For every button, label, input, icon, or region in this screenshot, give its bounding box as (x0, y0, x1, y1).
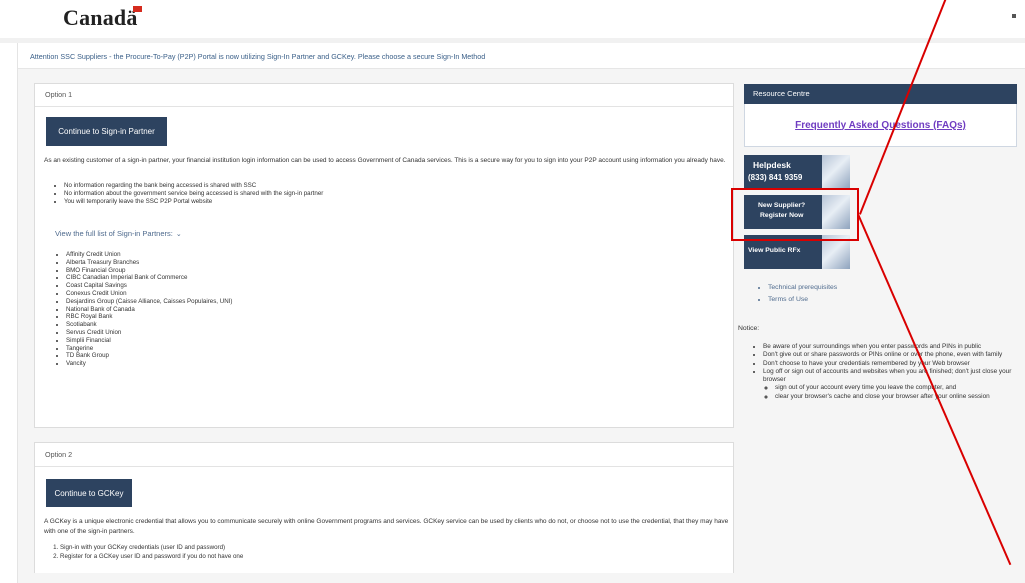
option2-title: Option 2 (35, 443, 733, 467)
signin-partners-list: Affinity Credit Union Alberta Treasury B… (54, 251, 566, 368)
list-item: Coast Capital Savings (66, 282, 566, 290)
list-item: Alberta Treasury Branches (66, 259, 566, 267)
rfx-label: View Public RFx (748, 247, 801, 254)
list-item: Don't give out or share passwords or PIN… (763, 351, 1025, 359)
list-item: Scotiabank (66, 321, 566, 329)
list-item: National Bank of Canada (66, 306, 566, 314)
helpdesk-phone: (833) 841 9359 (748, 173, 803, 182)
resource-centre-body: Frequently Asked Questions (FAQs) (744, 104, 1017, 147)
list-item: Don't choose to have your credentials re… (763, 360, 1025, 368)
view-link-label: View the full list of Sign-in Partners: (55, 229, 173, 238)
helpdesk-title: Helpdesk (753, 160, 791, 170)
list-item: Affinity Credit Union (66, 251, 566, 259)
list-item: Register for a GCKey user ID and passwor… (60, 553, 660, 562)
list-item: Servus Credit Union (66, 329, 566, 337)
notice-sublist: sign out of your account every time you … (763, 384, 1025, 401)
list-item: Desjardins Group (Caisse Alliance, Caiss… (66, 298, 566, 306)
logo-text: Canadä (63, 5, 138, 30)
list-item: clear your browser's cache and close you… (775, 393, 1025, 401)
flag-icon (132, 6, 142, 12)
list-item: No information about the government serv… (64, 190, 724, 198)
list-item: CIBC Canadian Imperial Bank of Commerce (66, 274, 566, 282)
list-item: Conexus Credit Union (66, 290, 566, 298)
option2-description: A GCKey is a unique electronic credentia… (44, 518, 729, 535)
list-item: Tangerine (66, 345, 566, 353)
option1-description: As an existing customer of a sign-in par… (44, 157, 726, 164)
list-item: sign out of your account every time you … (775, 384, 1025, 392)
list-item: Log off or sign out of accounts and webs… (763, 368, 1025, 401)
resource-centre-title: Resource Centre (744, 84, 1017, 104)
list-item: BMO Financial Group (66, 267, 566, 275)
notice-list: Be aware of your surroundings when you e… (753, 343, 1025, 401)
technical-prerequisites-link[interactable]: Technical prerequisites (768, 282, 837, 294)
highlight-box (731, 188, 859, 241)
option1-title: Option 1 (35, 84, 733, 107)
faq-link[interactable]: Frequently Asked Questions (FAQs) (795, 120, 966, 131)
view-signin-partners-toggle[interactable]: View the full list of Sign-in Partners: ⌄ (55, 229, 182, 238)
helpdesk-tile[interactable]: Helpdesk (833) 841 9359 (744, 155, 850, 189)
helpdesk-photo-icon (822, 155, 850, 189)
list-item: Be aware of your surroundings when you e… (763, 343, 1025, 351)
terms-of-use-link[interactable]: Terms of Use (768, 294, 837, 306)
continue-gckey-button[interactable]: Continue to GCKey (46, 479, 132, 507)
resource-links: Technical prerequisites Terms of Use (758, 282, 837, 306)
list-item: Simplii Financial (66, 337, 566, 345)
list-item: Vancity (66, 360, 566, 368)
menu-icon[interactable] (1012, 14, 1016, 18)
continue-signin-partner-button[interactable]: Continue to Sign-in Partner (46, 117, 167, 146)
option2-panel: Option 2 Continue to GCKey A GCKey is a … (34, 442, 734, 573)
list-item: TD Bank Group (66, 352, 566, 360)
option2-steps: Sign-in with your GCKey credentials (use… (46, 544, 660, 561)
option1-bullets: No information regarding the bank being … (52, 182, 724, 205)
list-item: You will temporarily leave the SSC P2P P… (64, 198, 724, 206)
site-header: Canadä (0, 0, 1025, 38)
list-item-text: Log off or sign out of accounts and webs… (763, 367, 1012, 384)
resource-centre: Resource Centre Frequently Asked Questio… (744, 84, 1017, 147)
list-item: RBC Royal Bank (66, 313, 566, 321)
list-item: No information regarding the bank being … (64, 182, 724, 190)
attention-banner: Attention SSC Suppliers - the Procure-To… (18, 43, 1025, 69)
canada-wordmark-logo: Canadä (63, 5, 142, 31)
option1-panel: Option 1 Continue to Sign-in Partner As … (34, 83, 734, 428)
list-item: Sign-in with your GCKey credentials (use… (60, 544, 660, 553)
notice-label: Notice: (738, 325, 760, 332)
chevron-down-icon: ⌄ (175, 231, 182, 238)
